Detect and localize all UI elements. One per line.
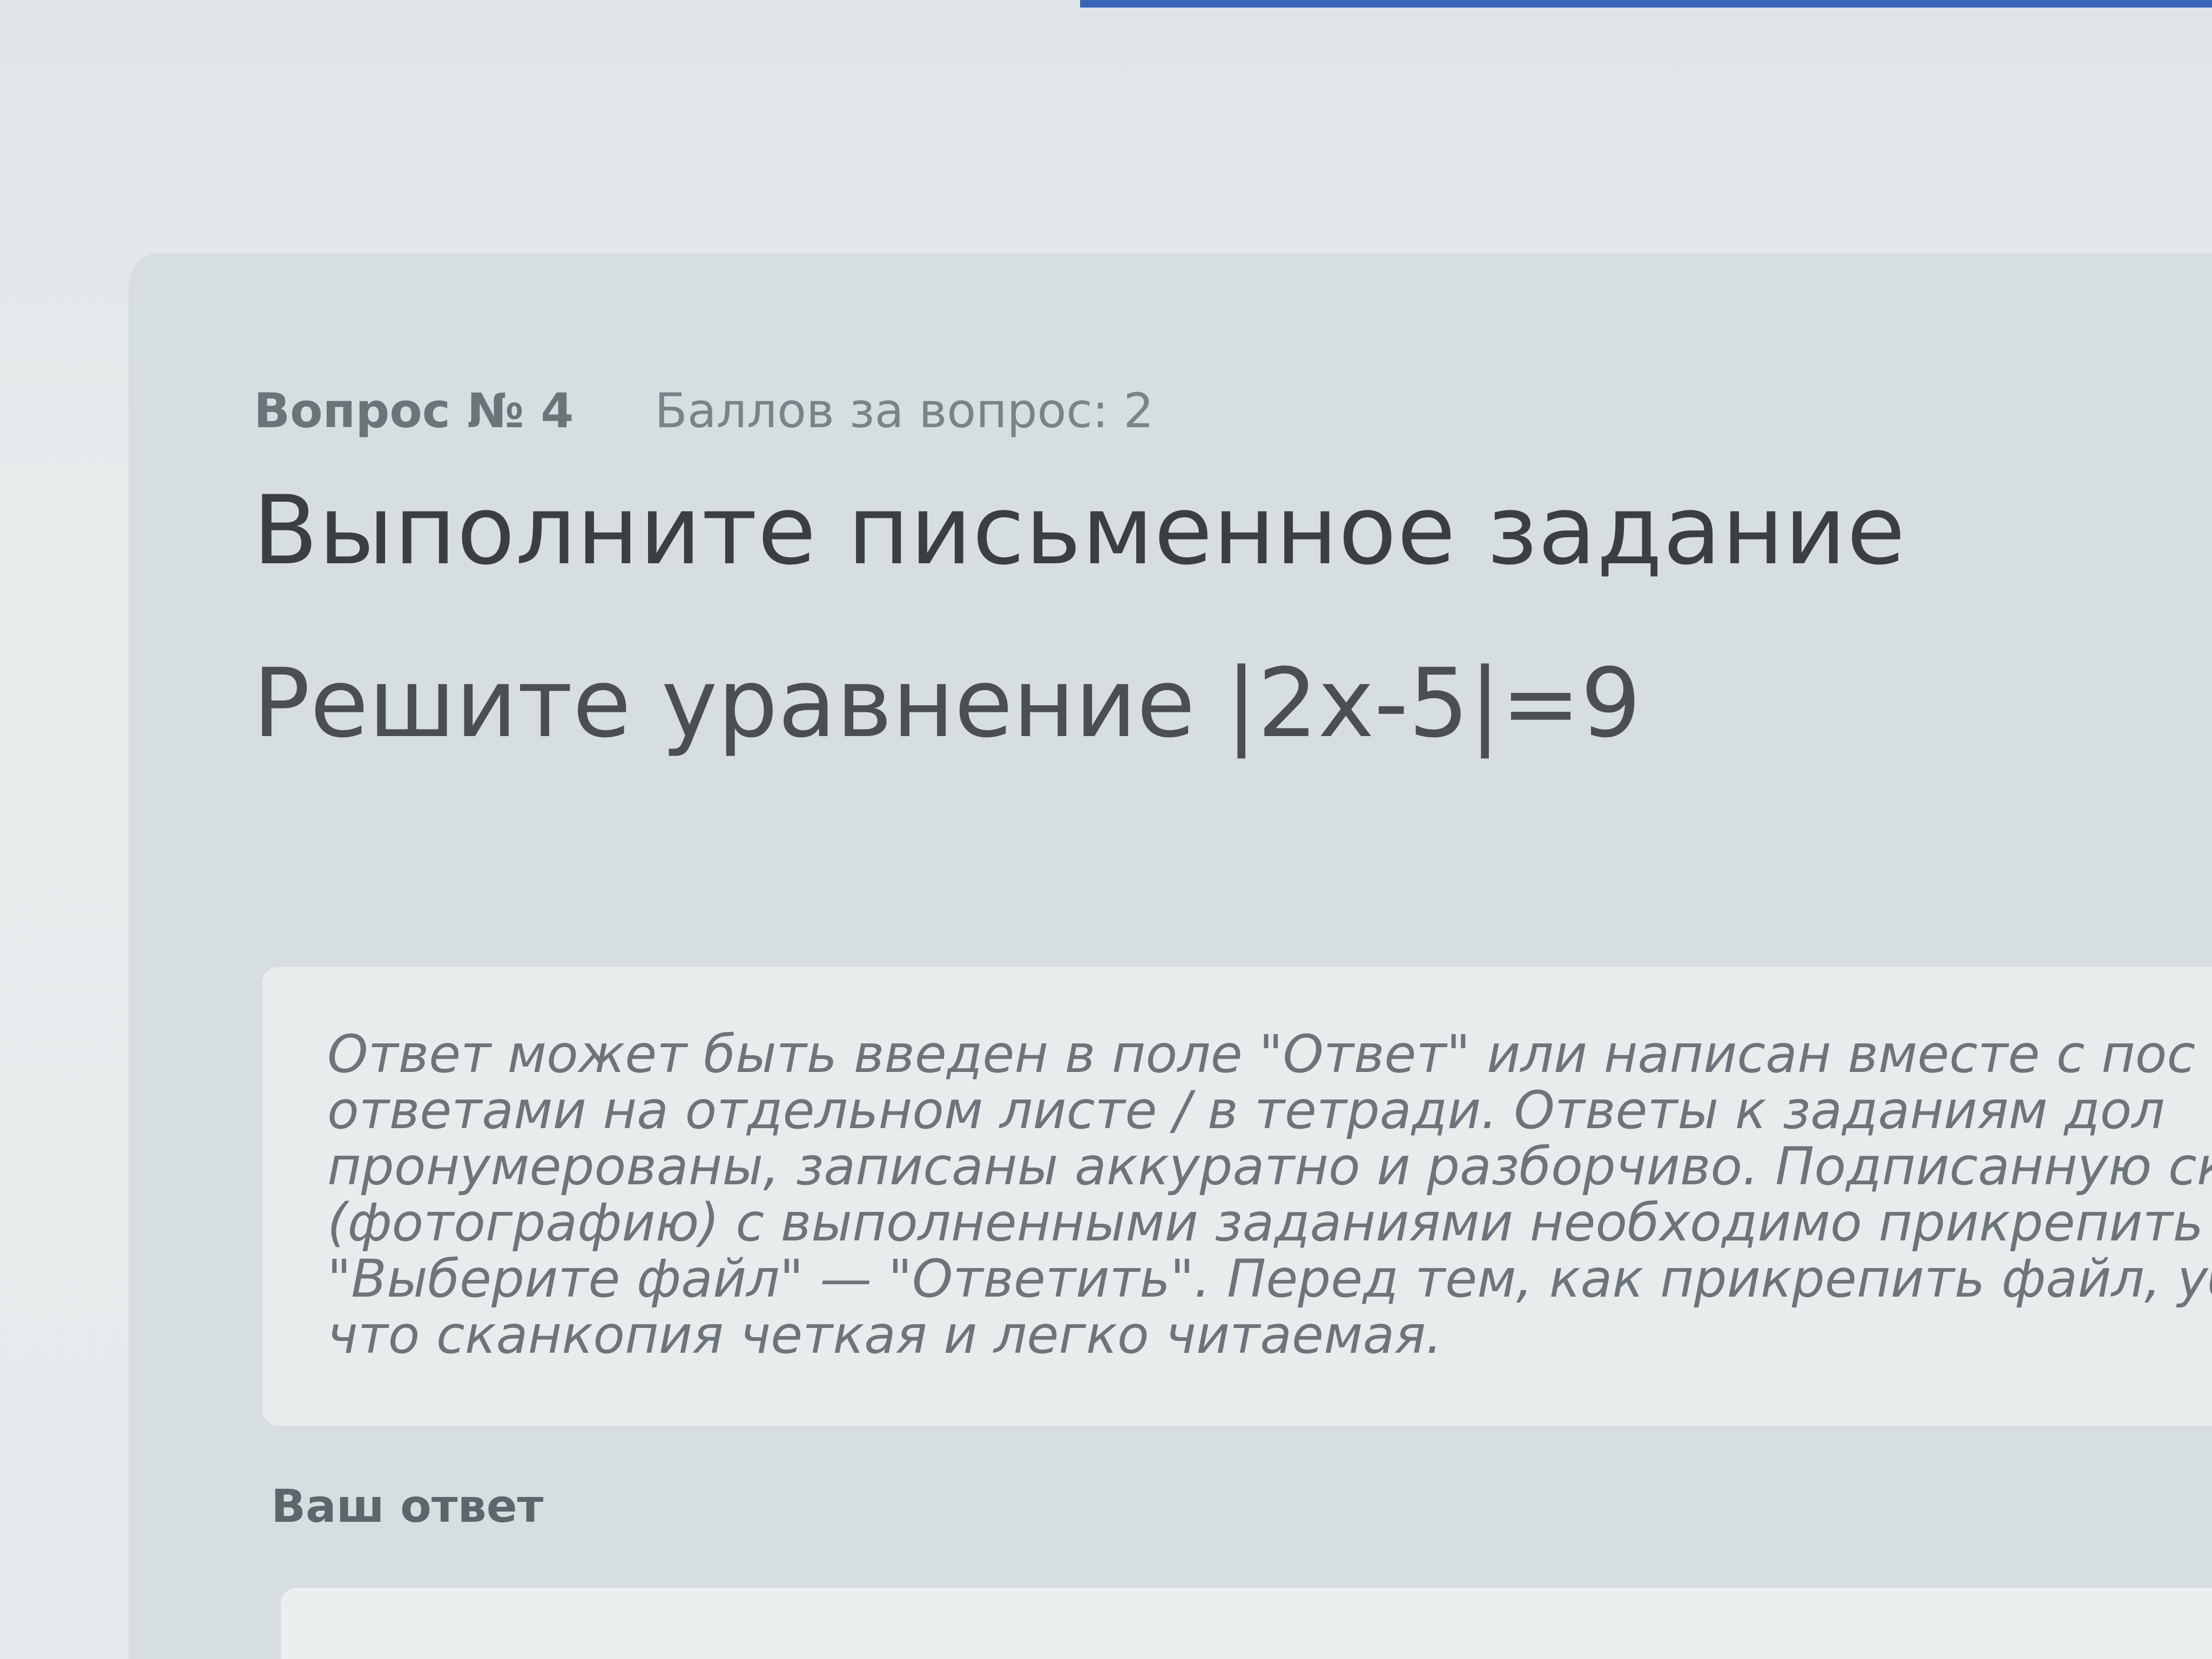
instruction-line: (фотографию) с выполненными заданиями не… [327,1192,2212,1253]
question-points: Баллов за вопрос: 2 [655,382,1154,439]
instruction-line: что сканкопия четкая и легко читаемая. [327,1305,1442,1365]
instruction-text: Ответ может быть введен в поле "Ответ" и… [327,1026,2212,1363]
answer-label: Ваш ответ [271,1480,544,1533]
question-meta: Вопрос № 4 Баллов за вопрос: 2 [254,378,1154,443]
instruction-line: ответами на отдельном листе / в тетради.… [327,1080,2165,1141]
answer-input[interactable] [281,1588,2212,1659]
instruction-box: Ответ может быть введен в поле "Ответ" и… [262,967,2212,1426]
page: Вопрос № 4 Баллов за вопрос: 2 Выполните… [0,0,2212,1659]
instruction-line: пронумерованы, записаны аккуратно и разб… [327,1136,2212,1197]
instruction-line: Ответ может быть введен в поле "Ответ" и… [327,1024,2196,1084]
task-title: Выполните письменное задание [253,475,1906,586]
question-card [129,253,2212,1659]
top-accent-bar [1080,0,2212,8]
instruction-line: "Выберите файл" — "Ответить". Перед тем,… [327,1249,2212,1309]
question-number: Вопрос № 4 [254,382,574,439]
task-text: Решите уравнение |2x-5|=9 [253,648,1641,759]
